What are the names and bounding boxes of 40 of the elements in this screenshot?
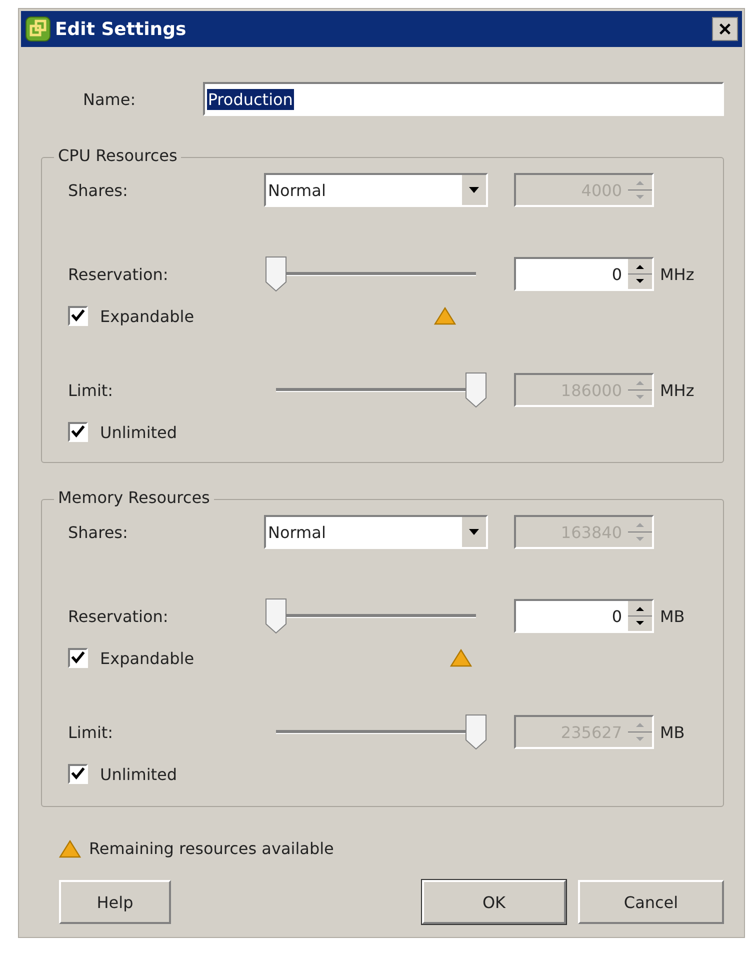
unit-label: MHz: [660, 380, 694, 400]
spinner-icon[interactable]: [628, 259, 652, 289]
slider-thumb[interactable]: [265, 598, 287, 634]
group-title: Memory Resources: [54, 488, 214, 507]
check-icon: [70, 308, 86, 324]
check-icon: [70, 650, 86, 666]
spinner-icon[interactable]: [628, 601, 652, 631]
checkbox[interactable]: [68, 764, 88, 784]
spin-field[interactable]: 0: [514, 257, 654, 291]
field-label: Shares:: [68, 522, 129, 542]
field-label: Reservation:: [68, 606, 170, 626]
checkbox-label: Unlimited: [100, 422, 178, 442]
window-title: Edit Settings: [55, 18, 188, 40]
check-icon: [70, 424, 86, 440]
name-field[interactable]: Production: [202, 82, 724, 116]
field-label: Reservation:: [68, 264, 170, 284]
slider-thumb[interactable]: [265, 256, 287, 292]
dialog-button[interactable]: Help: [59, 880, 171, 924]
legend-text: Remaining resources available: [89, 839, 334, 858]
checkbox-label: Expandable: [100, 306, 194, 326]
spin-field[interactable]: 0: [514, 599, 654, 633]
unit-label: MB: [660, 606, 685, 626]
checkbox-label: Unlimited: [100, 764, 178, 784]
unit-label: MB: [660, 722, 685, 742]
checkbox[interactable]: [68, 648, 88, 668]
check-icon: [70, 766, 86, 782]
close-button[interactable]: [712, 17, 738, 41]
close-icon: [718, 22, 732, 36]
checkbox-label: Expandable: [100, 648, 194, 668]
field-label: Limit:: [68, 380, 114, 400]
field-label: Name:: [82, 90, 137, 108]
dialog-button[interactable]: Cancel: [578, 880, 724, 924]
field-label: Limit:: [68, 722, 114, 742]
warning-icon: [59, 840, 81, 858]
checkbox[interactable]: [68, 306, 88, 326]
unit-label: MHz: [660, 264, 694, 284]
app-icon: [25, 16, 51, 42]
field-label: Shares:: [68, 180, 129, 200]
dialog-button[interactable]: OK: [422, 880, 566, 924]
checkbox[interactable]: [68, 422, 88, 442]
